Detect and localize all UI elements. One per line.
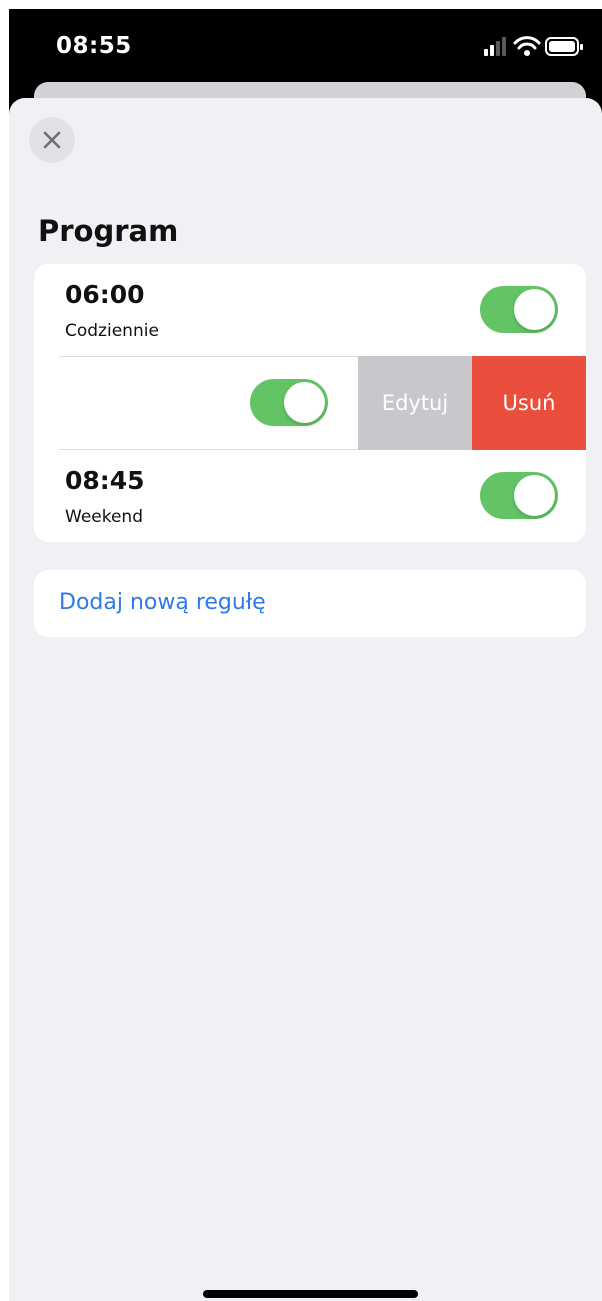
wifi-icon: [513, 36, 541, 56]
rule-toggle[interactable]: [480, 286, 558, 333]
edit-rule-button[interactable]: Edytuj: [358, 356, 472, 450]
add-rule-link[interactable]: Dodaj nową regułę: [59, 590, 266, 615]
rule-days: Weekend: [65, 507, 143, 527]
program-sheet: Program 06:00 Codziennie Edytuj Usuń 08:…: [9, 98, 602, 1301]
toggle-knob: [514, 475, 555, 516]
status-time: 08:55: [56, 33, 132, 59]
close-icon: [43, 131, 61, 149]
status-bar: 08:55: [9, 9, 602, 89]
rule-toggle[interactable]: [480, 472, 558, 519]
rule-time: 06:00: [65, 280, 145, 309]
status-icons-svg: [484, 36, 583, 56]
rule-row[interactable]: 08:45 Weekend: [34, 450, 586, 542]
delete-rule-button[interactable]: Usuń: [472, 356, 586, 450]
rule-row[interactable]: 06:00 Codziennie: [34, 264, 586, 357]
phone-screen: 08:55 Program 06:00 Codziennie Edytuj Us…: [9, 9, 602, 1301]
add-rule-card[interactable]: Dodaj nową regułę: [34, 570, 586, 637]
rules-list: 06:00 Codziennie Edytuj Usuń 08:45 Weeke…: [34, 264, 586, 542]
toggle-knob: [514, 289, 555, 330]
rule-time: 08:45: [65, 466, 145, 495]
toggle-knob: [284, 382, 325, 423]
section-title: Program: [38, 214, 179, 248]
battery-icon: [545, 37, 583, 56]
rule-days: Codziennie: [65, 321, 159, 341]
rule-toggle[interactable]: [250, 379, 328, 426]
close-button[interactable]: [29, 117, 75, 163]
signal-icon: [484, 37, 506, 56]
home-indicator: [203, 1290, 418, 1298]
status-icons: [484, 36, 584, 58]
